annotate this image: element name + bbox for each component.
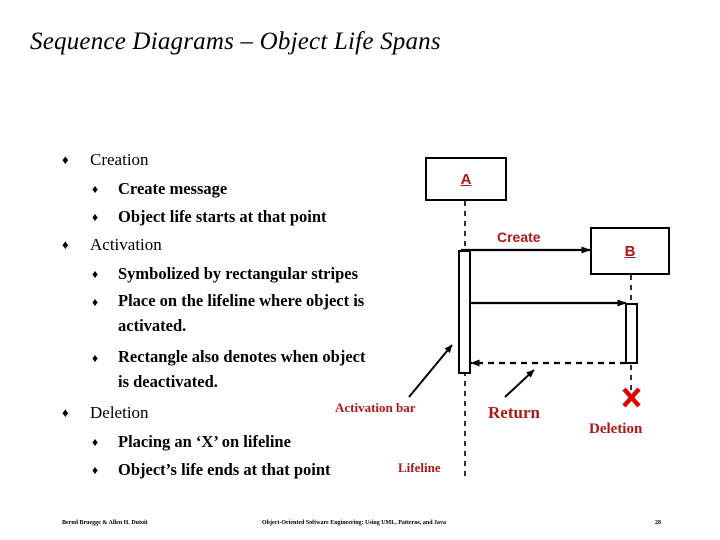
annotation-activation-bar: Activation bar <box>335 400 416 415</box>
outline-item-label: Rectangle also denotes when object <box>118 347 366 366</box>
activation-bar-a[interactable] <box>458 250 471 374</box>
outline-item-placing-x: ♦ Placing an ‘X’ on lifeline <box>60 428 440 456</box>
deletion-x-stroke-1 <box>622 387 641 408</box>
outline-item-label: Activation <box>90 235 162 254</box>
object-box-b[interactable]: B <box>590 227 670 275</box>
outline-item-label: Placing an ‘X’ on lifeline <box>118 432 291 451</box>
outline-item-label: Creation <box>90 150 149 169</box>
pointer-return <box>504 369 535 398</box>
deletion-x-stroke-2 <box>622 387 641 408</box>
footer-page-number: 28 <box>655 520 661 526</box>
outline-item-label: Deletion <box>90 403 149 422</box>
diamond-bullet-icon: ♦ <box>92 210 99 224</box>
diamond-bullet-icon: ♦ <box>92 182 99 196</box>
object-box-a-label: A <box>460 170 472 188</box>
slide-footer: Bernd Bruegge & Allen H. Dutoit Object-O… <box>0 506 720 540</box>
footer-book-title: Object-Oriented Software Engineering: Us… <box>262 520 447 526</box>
object-box-a[interactable]: A <box>425 157 507 201</box>
outline-item-activation: ♦ Activation <box>60 231 440 259</box>
annotation-return: Return <box>488 403 540 422</box>
outline-item-label: Create message <box>118 179 228 198</box>
footer-author: Bernd Bruegge & Allen H. Dutoit <box>62 520 148 526</box>
diamond-bullet-icon: ♦ <box>62 405 69 420</box>
outline-item-create-message: ♦ Create message <box>60 175 440 203</box>
outline-item-object-life-ends: ♦ Object’s life ends at that point <box>60 456 440 484</box>
outline-item-creation: ♦ Creation <box>60 146 440 174</box>
outline-item-place-on-lifeline: ♦ Place on the lifeline where object is … <box>60 288 440 338</box>
diamond-bullet-icon: ♦ <box>62 237 69 252</box>
annotation-lifeline: Lifeline <box>398 460 441 475</box>
diamond-bullet-icon: ♦ <box>92 463 99 477</box>
outline-item-symbolized-stripes: ♦ Symbolized by rectangular stripes <box>60 260 440 288</box>
page-title: Sequence Diagrams – Object Life Spans <box>30 28 441 55</box>
message-label-create: Create <box>497 229 541 245</box>
outline-item-label-line2: activated. <box>118 316 187 335</box>
diamond-bullet-icon: ♦ <box>92 295 99 309</box>
diamond-bullet-icon: ♦ <box>92 267 99 281</box>
outline-item-label: Symbolized by rectangular stripes <box>118 264 359 283</box>
outline-item-object-life-starts: ♦ Object life starts at that point <box>60 203 440 231</box>
diamond-bullet-icon: ♦ <box>62 152 69 167</box>
diamond-bullet-icon: ♦ <box>92 435 99 449</box>
activation-bar-b[interactable] <box>625 303 638 364</box>
outline-item-label: Object’s life ends at that point <box>118 460 331 479</box>
annotation-deletion: Deletion <box>589 421 643 437</box>
outline-body: ♦ Creation ♦ Create message ♦ Object lif… <box>60 146 440 484</box>
object-box-b-label: B <box>624 242 636 260</box>
outline-item-rectangle-denotes: ♦ Rectangle also denotes when object is … <box>60 344 440 394</box>
outline-item-label: Object life starts at that point <box>118 207 327 226</box>
diamond-bullet-icon: ♦ <box>92 351 99 365</box>
outline-item-label: Place on the lifeline where object is <box>118 291 365 310</box>
outline-item-label-line2: is deactivated. <box>118 372 218 391</box>
